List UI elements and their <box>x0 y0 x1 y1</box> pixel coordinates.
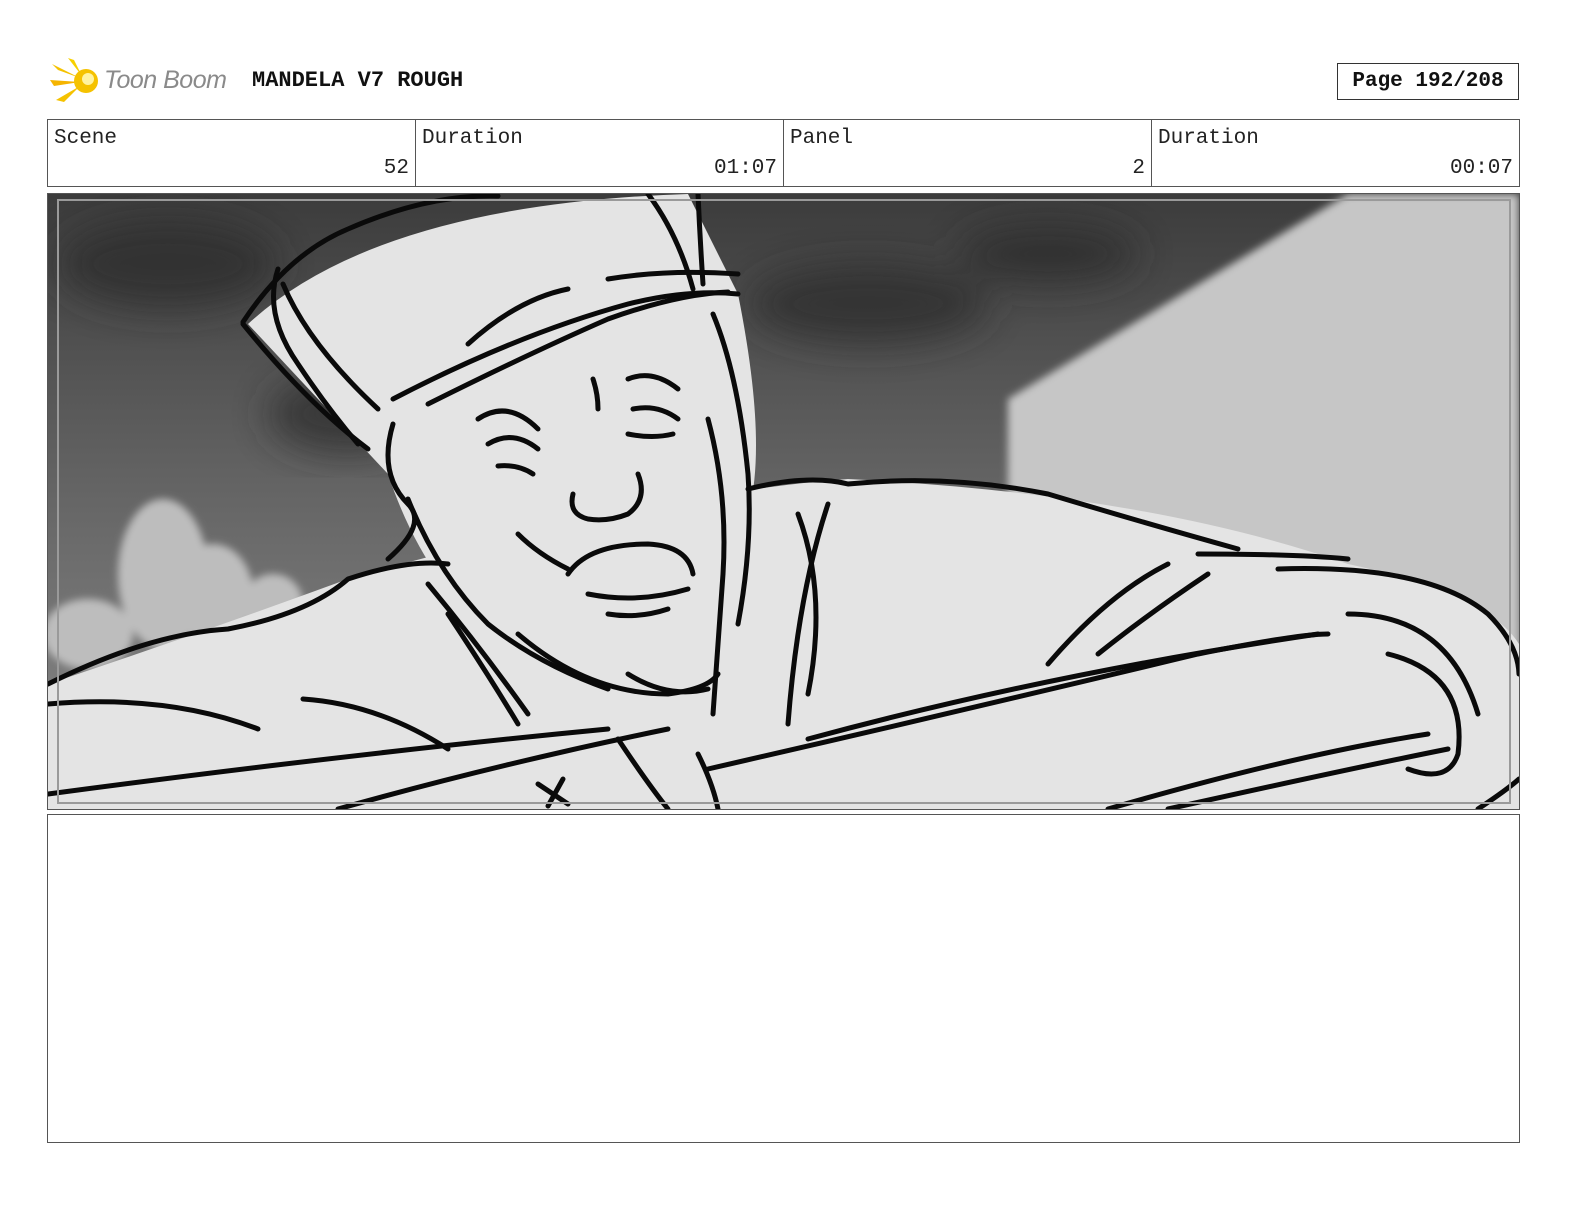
panel-duration-cell: Duration 00:07 <box>1152 120 1519 186</box>
project-title: MANDELA V7 ROUGH <box>252 68 464 93</box>
flame-icon <box>50 58 98 102</box>
scene-duration-label: Duration <box>422 127 523 150</box>
toon-boom-logo: Toon Boom <box>50 56 240 108</box>
panel-cell: Panel 2 <box>784 120 1152 186</box>
panel-label: Panel <box>790 127 854 150</box>
logo-wordmark: Toon Boom <box>104 66 227 94</box>
panel-value: 2 <box>1132 157 1145 180</box>
scene-value: 52 <box>383 157 409 180</box>
scene-info-table: Scene 52 Duration 01:07 Panel 2 Duration… <box>47 119 1520 187</box>
scene-label: Scene <box>54 127 118 150</box>
scene-duration-cell: Duration 01:07 <box>416 120 784 186</box>
page-indicator: Page 192/208 <box>1337 63 1519 100</box>
scene-cell: Scene 52 <box>48 120 416 186</box>
rough-sketch-drawing <box>48 194 1519 809</box>
panel-notes-box <box>47 814 1520 1143</box>
storyboard-panel-image <box>47 193 1520 810</box>
panel-duration-label: Duration <box>1158 127 1259 150</box>
panel-duration-value: 00:07 <box>1449 157 1513 180</box>
scene-duration-value: 01:07 <box>713 157 777 180</box>
